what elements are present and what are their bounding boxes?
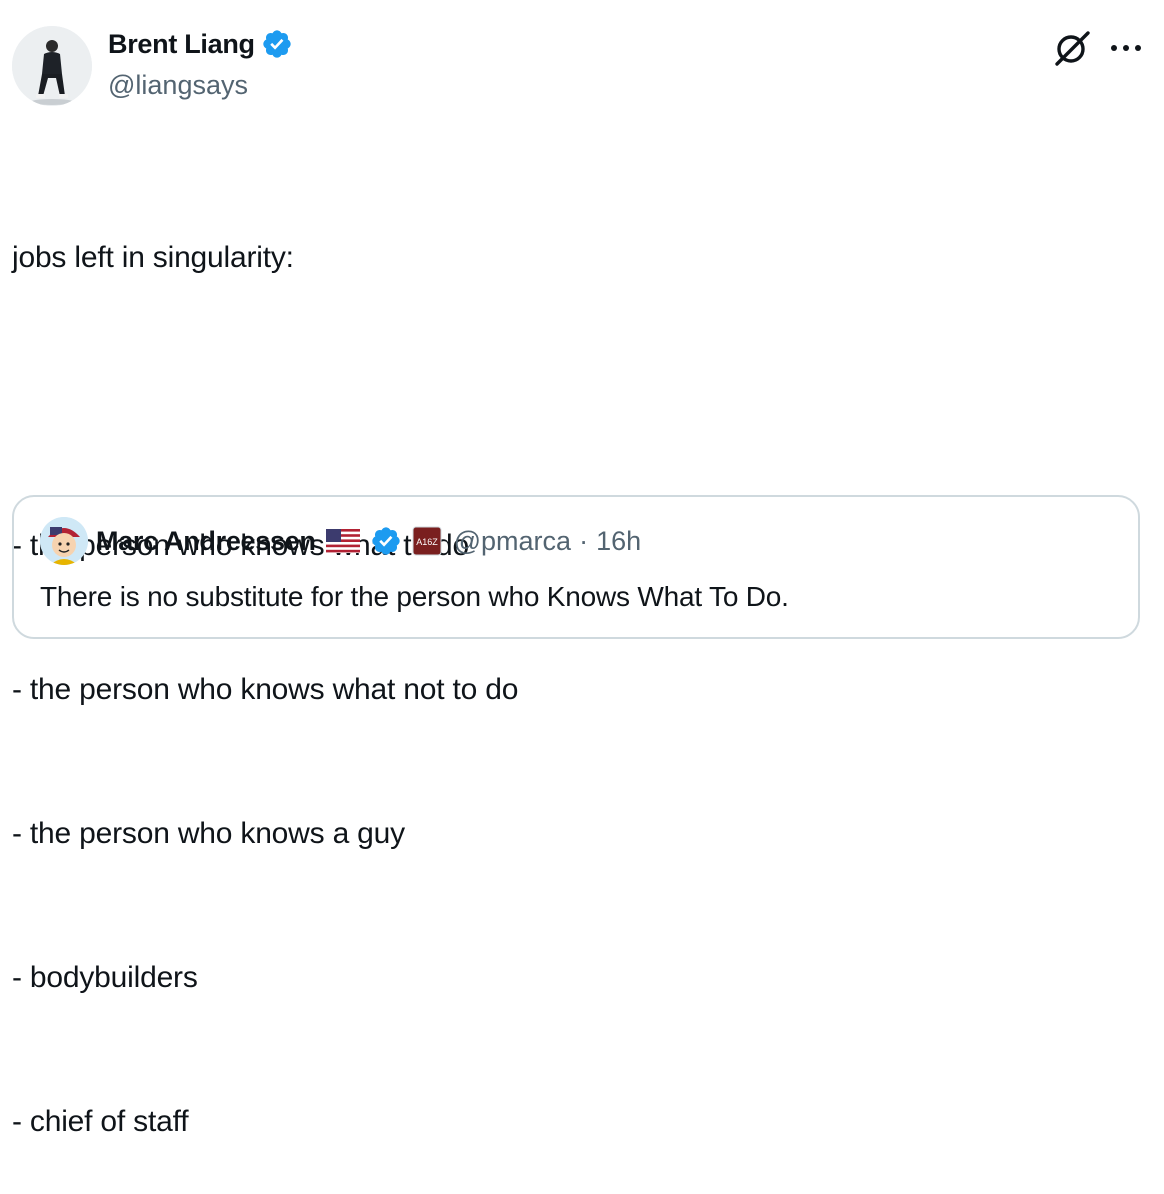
tweet-line: - the person who knows what not to do: [12, 673, 519, 706]
us-flag-icon: [325, 529, 360, 553]
quoted-author-avatar[interactable]: [40, 517, 88, 565]
tweet-line: jobs left in singularity:: [12, 241, 294, 274]
quoted-tweet-text: There is no substitute for the person wh…: [40, 581, 789, 612]
author-name-row[interactable]: Brent Liang: [108, 28, 293, 60]
verified-badge-icon: [371, 527, 400, 555]
grok-button[interactable]: [1052, 28, 1092, 68]
more-options-icon: [1111, 45, 1141, 51]
quoted-tweet-card[interactable]: Marc Andreessen A16Z @pmarca · 16h There…: [12, 495, 1140, 639]
tweet-line: - chief of staff: [12, 1105, 189, 1138]
a16z-affiliate-icon[interactable]: A16Z: [412, 526, 442, 556]
quoted-tweet-timestamp[interactable]: 16h: [596, 526, 641, 557]
quoted-tweet-header: Marc Andreessen A16Z @pmarca · 16h: [96, 525, 641, 557]
grok-icon: [1055, 31, 1090, 66]
header-separator: ·: [579, 525, 589, 556]
verified-badge-icon: [263, 30, 291, 58]
tweet-line: [12, 378, 1142, 426]
tweet-line: - the person who knows a guy: [12, 817, 405, 850]
author-handle[interactable]: @liangsays: [108, 70, 248, 101]
author-name[interactable]: Brent Liang: [108, 29, 255, 60]
more-options-button[interactable]: [1106, 30, 1146, 66]
quoted-author-name[interactable]: Marc Andreessen: [96, 526, 316, 557]
tweet-line: - bodybuilders: [12, 961, 198, 994]
tweet-text: jobs left in singularity: - the person w…: [12, 138, 1142, 1194]
author-avatar[interactable]: [12, 26, 92, 106]
a16z-affiliate-label: A16Z: [416, 537, 438, 547]
quoted-author-handle[interactable]: @pmarca: [454, 526, 571, 557]
